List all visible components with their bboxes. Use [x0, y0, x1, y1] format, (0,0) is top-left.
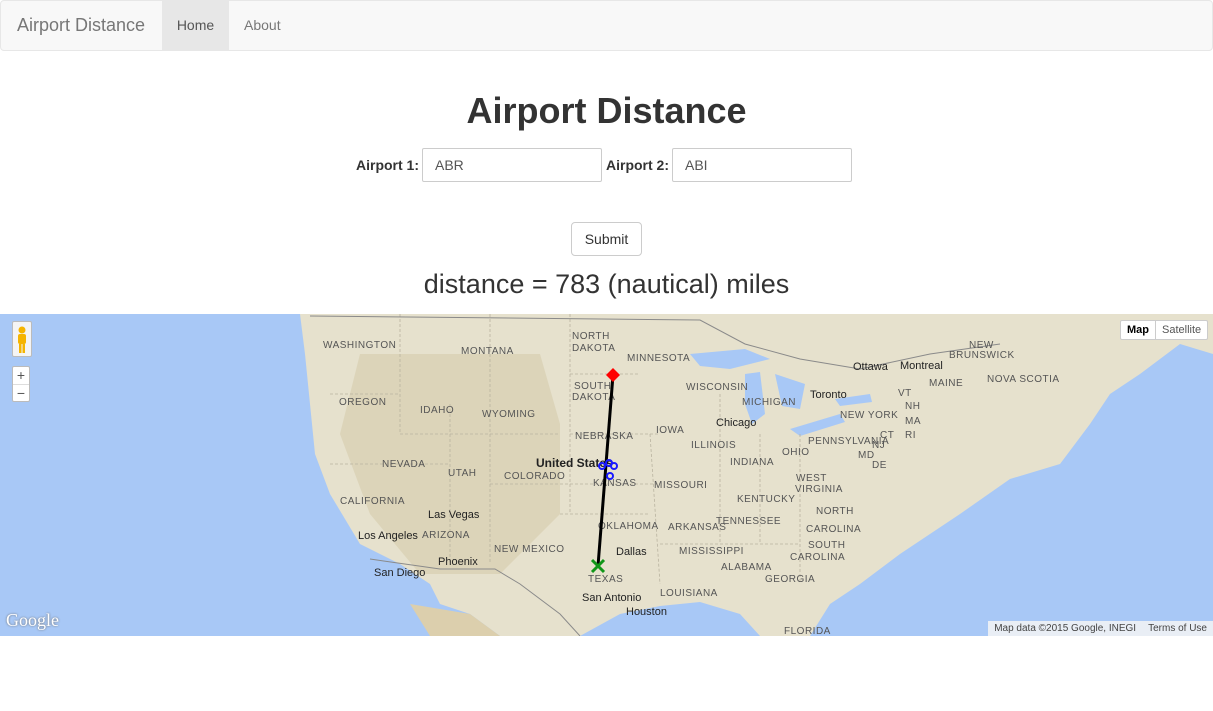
- map-type-control: Map Satellite: [1120, 320, 1209, 340]
- airport2-input[interactable]: [672, 148, 852, 182]
- city-ottawa: Ottawa: [853, 361, 889, 373]
- label-florida: FLORIDA: [784, 626, 831, 636]
- label-new-york: NEW YORK: [840, 410, 898, 421]
- label-ma: MA: [905, 416, 921, 427]
- label-iowa: IOWA: [656, 425, 684, 436]
- city-chicago: Chicago: [716, 417, 756, 429]
- map-type-satellite-button[interactable]: Satellite: [1156, 321, 1207, 339]
- label-south-dakota-2: DAKOTA: [572, 392, 615, 403]
- label-washington: WASHINGTON: [323, 340, 396, 351]
- label-west-virginia: WEST: [796, 473, 827, 484]
- nav-home-link[interactable]: Home: [162, 1, 229, 50]
- city-toronto: Toronto: [810, 389, 847, 401]
- label-arkansas: ARKANSAS: [668, 522, 726, 533]
- label-north-dakota-2: DAKOTA: [572, 343, 615, 354]
- label-south-dakota: SOUTH: [574, 381, 612, 392]
- label-colorado: COLORADO: [504, 471, 565, 482]
- label-nebraska: NEBRASKA: [575, 431, 633, 442]
- city-houston: Houston: [626, 606, 667, 618]
- label-utah: UTAH: [448, 468, 476, 479]
- city-dallas: Dallas: [616, 546, 647, 558]
- label-wyoming: WYOMING: [482, 409, 536, 420]
- city-san-antonio: San Antonio: [582, 592, 641, 604]
- label-oklahoma: OKLAHOMA: [598, 521, 659, 532]
- airport2-label: Airport 2:: [606, 157, 669, 173]
- distance-result: distance = 783 (nautical) miles: [423, 269, 790, 299]
- nav-about-link[interactable]: About: [244, 1, 281, 50]
- label-idaho: IDAHO: [420, 405, 454, 416]
- label-georgia: GEORGIA: [765, 574, 815, 585]
- zoom-out-button[interactable]: −: [13, 385, 29, 402]
- terms-of-use-link[interactable]: Terms of Use: [1142, 621, 1213, 636]
- map-type-map-button[interactable]: Map: [1121, 321, 1156, 339]
- airport1-input[interactable]: [422, 148, 602, 182]
- label-north-carolina-2: CAROLINA: [806, 524, 861, 535]
- label-south-carolina-2: CAROLINA: [790, 552, 845, 563]
- label-vt: VT: [898, 388, 912, 399]
- city-los-angeles: Los Angeles: [358, 530, 418, 542]
- label-oregon: OREGON: [339, 397, 386, 408]
- label-new-brunswick-2: BRUNSWICK: [949, 350, 1015, 361]
- pegman-icon[interactable]: [12, 321, 32, 357]
- map-data-credit: Map data ©2015 Google, INEGI: [994, 623, 1137, 634]
- label-north-dakota: NORTH: [572, 331, 610, 342]
- zoom-in-button[interactable]: +: [13, 367, 29, 385]
- map[interactable]: WASHINGTON MONTANA NORTH DAKOTA MINNESOT…: [0, 314, 1213, 636]
- zoom-control: + −: [12, 366, 30, 402]
- navbar-brand[interactable]: Airport Distance: [17, 1, 145, 50]
- label-nova-scotia: NOVA SCOTIA: [987, 374, 1060, 385]
- label-nevada: NEVADA: [382, 459, 425, 470]
- label-california: CALIFORNIA: [340, 496, 405, 507]
- city-las-vegas: Las Vegas: [428, 509, 480, 521]
- city-montreal: Montreal: [900, 360, 943, 372]
- label-minnesota: MINNESOTA: [627, 353, 690, 364]
- label-de: DE: [872, 460, 887, 471]
- airport1-label: Airport 1:: [356, 157, 419, 173]
- city-phoenix: Phoenix: [438, 556, 478, 568]
- label-kentucky: KENTUCKY: [737, 494, 795, 505]
- label-ohio: OHIO: [782, 447, 810, 458]
- label-new-mexico: NEW MEXICO: [494, 544, 565, 555]
- label-indiana: INDIANA: [730, 457, 774, 468]
- label-montana: MONTANA: [461, 346, 514, 357]
- label-louisiana: LOUISIANA: [660, 588, 718, 599]
- map-attribution: Map data ©2015 Google, INEGI Terms of Us…: [988, 621, 1213, 636]
- navbar: Airport Distance Home About: [0, 0, 1213, 51]
- label-nj: NJ: [872, 440, 885, 451]
- map-canvas[interactable]: WASHINGTON MONTANA NORTH DAKOTA MINNESOT…: [0, 314, 1213, 636]
- label-mississippi: MISSISSIPPI: [679, 546, 744, 557]
- label-virginia: VIRGINIA: [795, 484, 843, 495]
- label-ri: RI: [905, 430, 916, 441]
- label-illinois: ILLINOIS: [691, 440, 736, 451]
- label-missouri: MISSOURI: [654, 480, 707, 491]
- label-michigan: MICHIGAN: [742, 397, 796, 408]
- city-san-diego: San Diego: [374, 567, 425, 579]
- submit-button[interactable]: Submit: [571, 222, 642, 256]
- label-north-carolina: NORTH: [816, 506, 854, 517]
- page-title: Airport Distance: [466, 90, 747, 131]
- google-logo[interactable]: Google: [6, 610, 59, 631]
- label-texas: TEXAS: [588, 574, 623, 585]
- label-kansas: KANSAS: [593, 478, 637, 489]
- label-wisconsin: WISCONSIN: [686, 382, 748, 393]
- label-south-carolina: SOUTH: [808, 540, 846, 551]
- label-nh: NH: [905, 401, 920, 412]
- label-alabama: ALABAMA: [721, 562, 772, 573]
- label-arizona: ARIZONA: [422, 530, 470, 541]
- label-maine: MAINE: [929, 378, 963, 389]
